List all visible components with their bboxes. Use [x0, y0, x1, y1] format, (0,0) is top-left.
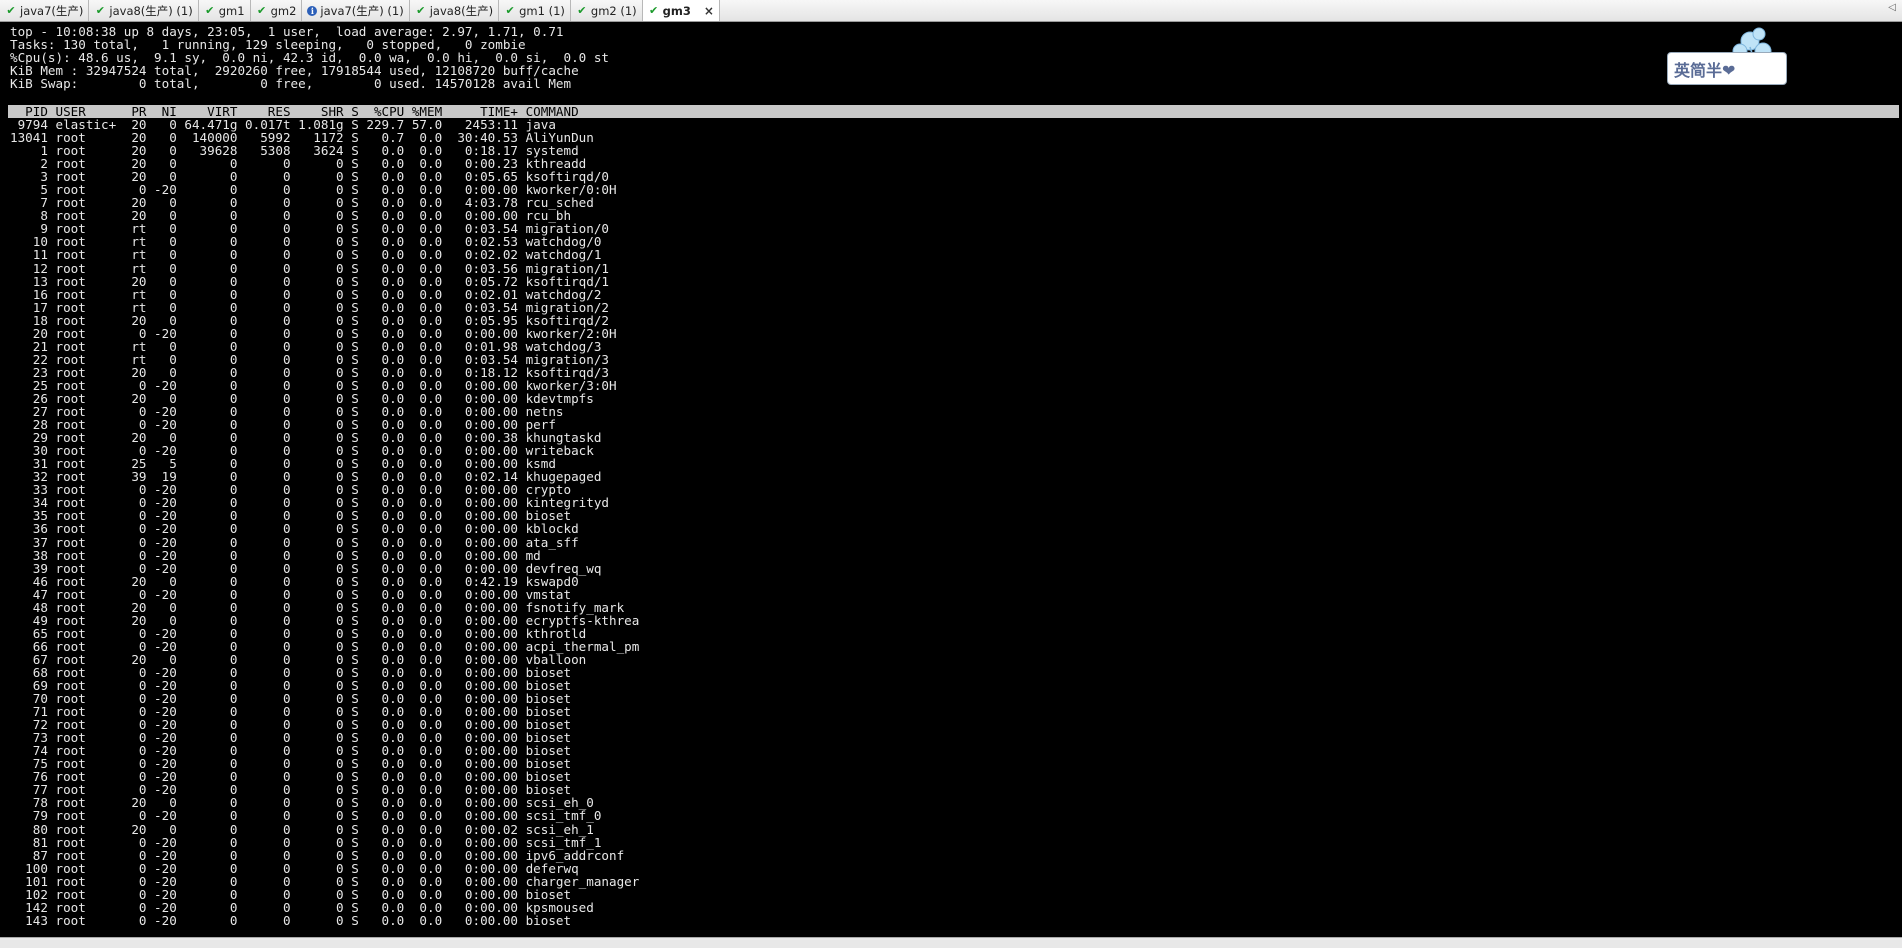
- process-row: 65 root 0 -20 0 0 0 S 0.0 0.0 0:00.00 kt…: [10, 625, 587, 641]
- process-row: 48 root 20 0 0 0 0 S 0.0 0.0 0:00.00 fsn…: [10, 599, 625, 615]
- tab-label: java7(生产): [20, 3, 84, 18]
- process-row: 102 root 0 -20 0 0 0 S 0.0 0.0 0:00.00 b…: [10, 886, 572, 902]
- tab-label: gm3: [662, 3, 691, 18]
- check-icon: ✔: [505, 4, 515, 17]
- process-row: 38 root 0 -20 0 0 0 S 0.0 0.0 0:00.00 md: [10, 547, 541, 563]
- process-row: 11 root rt 0 0 0 0 S 0.0 0.0 0:02.02 wat…: [10, 247, 602, 263]
- check-icon: ✔: [577, 4, 587, 17]
- summary-line: KiB Swap: 0 total, 0 free, 0 used. 14570…: [10, 76, 572, 92]
- process-row: 79 root 0 -20 0 0 0 S 0.0 0.0 0:00.00 sc…: [10, 808, 602, 824]
- close-tab-icon[interactable]: ×: [704, 4, 714, 18]
- check-icon: ✔: [95, 4, 105, 17]
- tab-gm2-1[interactable]: ✔ gm2 (1): [571, 0, 643, 21]
- check-icon: ✔: [416, 4, 426, 17]
- tab-scroll-left-icon[interactable]: ◁: [1888, 2, 1896, 13]
- process-row: 80 root 20 0 0 0 0 S 0.0 0.0 0:00.02 scs…: [10, 821, 594, 837]
- tab-label: java7(生产) (1): [320, 3, 404, 18]
- tab-label: gm2 (1): [590, 3, 637, 18]
- tab-gm1[interactable]: ✔ gm1: [199, 0, 251, 21]
- process-row: 16 root rt 0 0 0 0 S 0.0 0.0 0:02.01 wat…: [10, 286, 602, 302]
- process-row: 100 root 0 -20 0 0 0 S 0.0 0.0 0:00.00 d…: [10, 860, 579, 876]
- check-icon: ✔: [256, 4, 267, 17]
- process-row: 36 root 0 -20 0 0 0 S 0.0 0.0 0:00.00 kb…: [10, 521, 579, 537]
- process-row: 23 root 20 0 0 0 0 S 0.0 0.0 0:18.12 kso…: [10, 364, 609, 380]
- process-row: 66 root 0 -20 0 0 0 S 0.0 0.0 0:00.00 ac…: [10, 638, 640, 654]
- process-row: 22 root rt 0 0 0 0 S 0.0 0.0 0:03.54 mig…: [10, 351, 609, 367]
- tab-label: java8(生产): [429, 3, 494, 18]
- check-icon: ✔: [649, 4, 659, 17]
- tab-gm2[interactable]: ✔ gm2: [251, 0, 303, 21]
- process-table: 9794 elastic+ 20 0 64.471g 0.017t 1.081g…: [10, 118, 639, 927]
- tab-java8[interactable]: ✔ java8(生产): [410, 0, 500, 21]
- tab-label: java8(生产) (1): [109, 3, 193, 18]
- process-row: 13 root 20 0 0 0 0 S 0.0 0.0 0:05.72 kso…: [10, 273, 609, 289]
- check-icon: ✔: [205, 4, 215, 17]
- tab-label: gm2: [270, 3, 297, 18]
- process-row: 101 root 0 -20 0 0 0 S 0.0 0.0 0:00.00 c…: [10, 873, 640, 889]
- status-bar: [0, 937, 1902, 948]
- process-row: 49 root 20 0 0 0 0 S 0.0 0.0 0:00.00 ecr…: [10, 612, 640, 628]
- process-row: 67 root 20 0 0 0 0 S 0.0 0.0 0:00.00 vba…: [10, 651, 587, 667]
- process-row: 143 root 0 -20 0 0 0 S 0.0 0.0 0:00.00 b…: [10, 912, 572, 928]
- top-summary: top - 10:08:38 up 8 days, 23:05, 1 user,…: [10, 25, 609, 90]
- tab-label: gm1 (1): [519, 3, 565, 18]
- process-row: 18 root 20 0 0 0 0 S 0.0 0.0 0:05.95 kso…: [10, 312, 609, 328]
- process-row: 81 root 0 -20 0 0 0 S 0.0 0.0 0:00.00 sc…: [10, 834, 602, 850]
- terminal-viewport[interactable]: top - 10:08:38 up 8 days, 23:05, 1 user,…: [0, 22, 1902, 937]
- logo: 英简半❤: [1667, 27, 1789, 85]
- process-row: 46 root 20 0 0 0 0 S 0.0 0.0 0:42.19 ksw…: [10, 573, 579, 589]
- tab-java8-1[interactable]: ✔ java8(生产) (1): [89, 0, 199, 21]
- tab-java7-1[interactable]: i java7(生产) (1): [302, 0, 410, 21]
- tab-java7[interactable]: ✔ java7(生产): [0, 0, 90, 21]
- tab-gm1-1[interactable]: ✔ gm1 (1): [499, 0, 571, 21]
- process-row: 39 root 0 -20 0 0 0 S 0.0 0.0 0:00.00 de…: [10, 560, 602, 576]
- process-row: 37 root 0 -20 0 0 0 S 0.0 0.0 0:00.00 at…: [10, 534, 579, 550]
- tab-gm3[interactable]: ✔ gm3 ×: [642, 0, 720, 21]
- process-row: 17 root rt 0 0 0 0 S 0.0 0.0 0:03.54 mig…: [10, 299, 609, 315]
- process-row: 142 root 0 -20 0 0 0 S 0.0 0.0 0:00.00 k…: [10, 899, 594, 915]
- process-row: 21 root rt 0 0 0 0 S 0.0 0.0 0:01.98 wat…: [10, 338, 602, 354]
- check-icon: ✔: [6, 4, 16, 17]
- process-row: 20 root 0 -20 0 0 0 S 0.0 0.0 0:00.00 kw…: [10, 325, 617, 341]
- session-tab-bar: ✔ java7(生产) ✔ java8(生产) (1) ✔ gm1 ✔ gm2 i java7(生…: [0, 0, 1902, 22]
- process-row: 87 root 0 -20 0 0 0 S 0.0 0.0 0:00.00 ip…: [10, 847, 625, 863]
- tab-label: gm1: [218, 3, 245, 18]
- process-row: 47 root 0 -20 0 0 0 S 0.0 0.0 0:00.00 vm…: [10, 586, 572, 602]
- process-row: 12 root rt 0 0 0 0 S 0.0 0.0 0:03.56 mig…: [10, 260, 609, 276]
- info-icon: i: [307, 5, 318, 16]
- logo-text: 英简半❤: [1667, 52, 1787, 85]
